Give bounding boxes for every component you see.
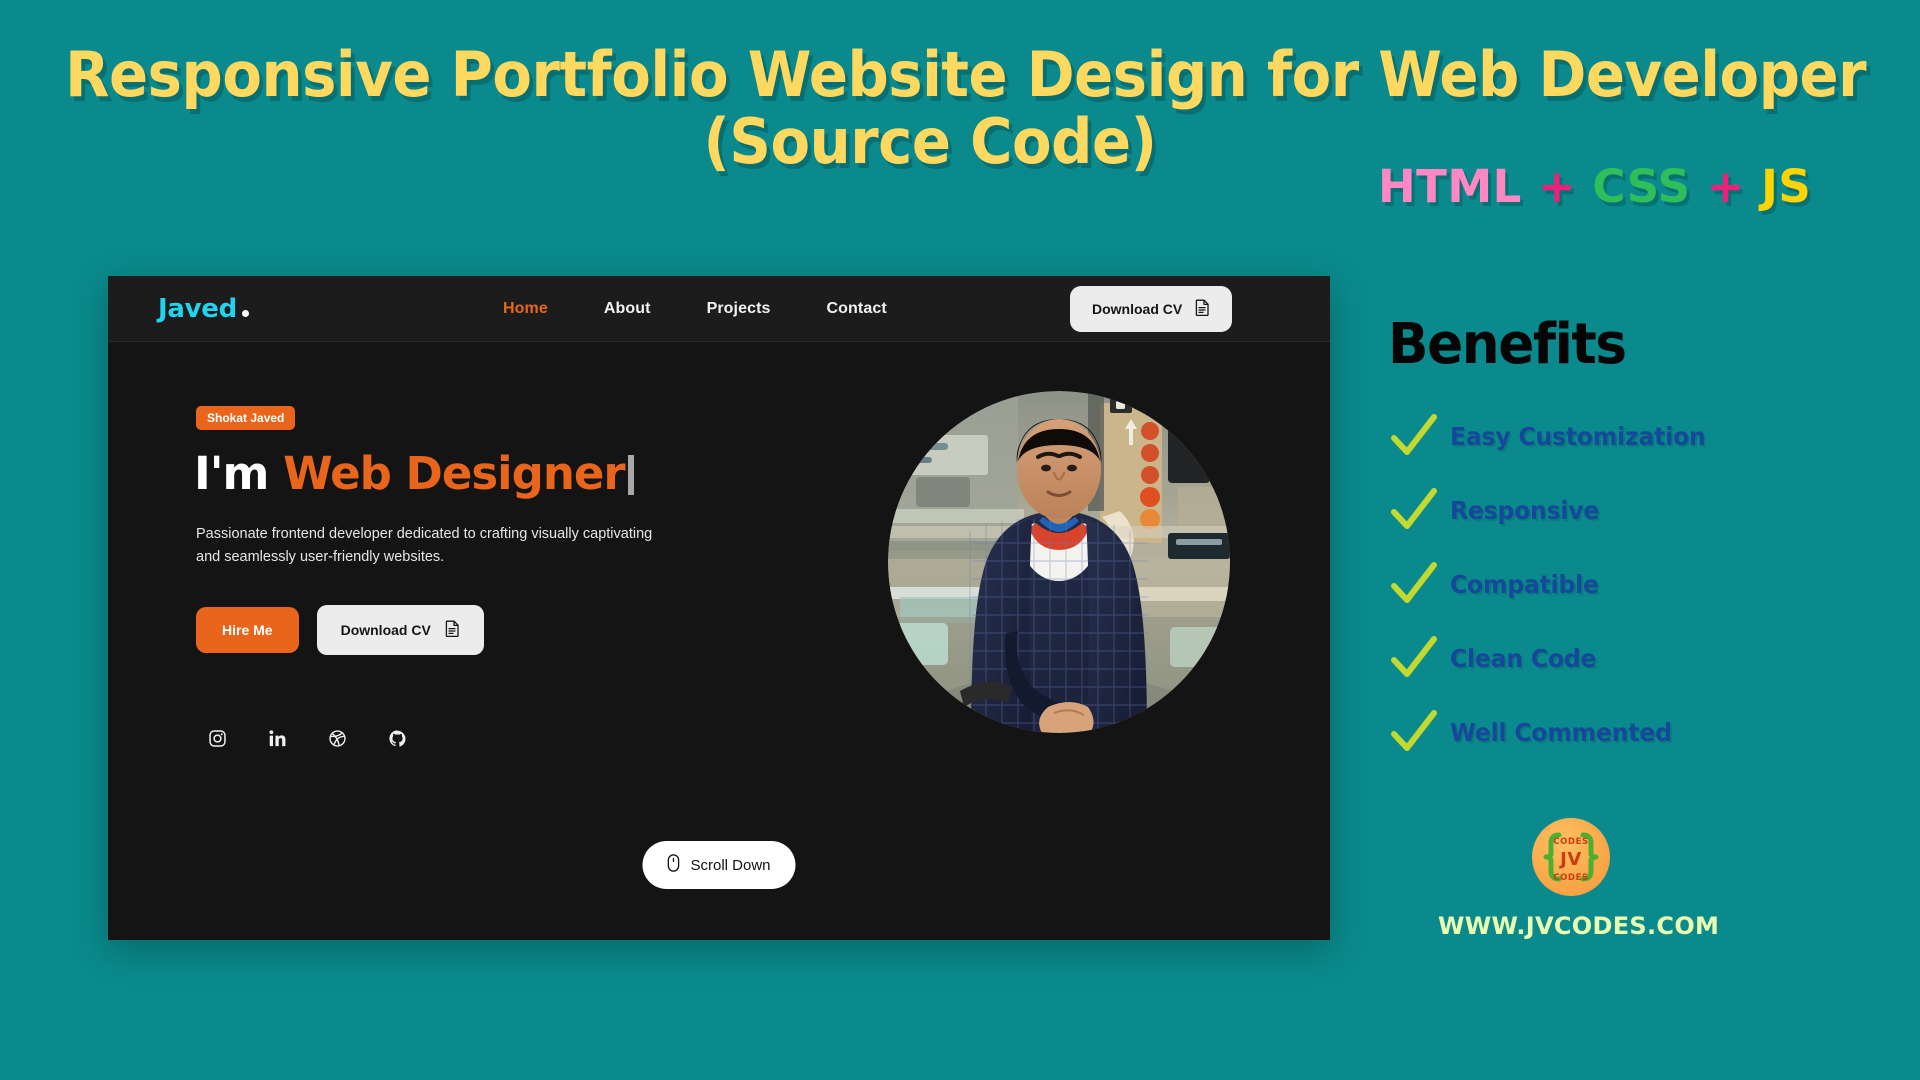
hero-description: Passionate frontend developer dedicated … (196, 526, 653, 566)
typing-caret-icon (627, 455, 634, 495)
svg-text:CODES: CODES (1553, 837, 1588, 847)
hero-section: Shokat Javed I'm Web Designer Passionate… (108, 342, 1330, 940)
check-icon (1378, 412, 1450, 460)
benefits-title: Benefits (1388, 312, 1627, 377)
jvcodes-logo: CODES JV CODES (1532, 818, 1610, 896)
github-icon[interactable] (386, 727, 408, 749)
linkedin-icon[interactable] (266, 727, 288, 749)
poster-headline: Responsive Portfolio Website Design for … (0, 41, 1866, 176)
nav-links: Home About Projects Contact (503, 300, 887, 318)
mouse-icon (667, 854, 680, 876)
nav-link-about[interactable]: About (604, 300, 651, 318)
check-icon (1378, 634, 1450, 682)
document-icon (445, 620, 460, 640)
hire-me-button[interactable]: Hire Me (196, 607, 299, 653)
hero-download-cv-label: Download CV (340, 622, 431, 638)
hero-download-cv-button[interactable]: Download CV (316, 605, 484, 655)
profile-photo (888, 391, 1230, 733)
site-logo-text: Javed (158, 293, 237, 324)
scroll-down-label: Scroll Down (690, 856, 771, 874)
hero-title-prefix: I'm (194, 447, 269, 500)
benefit-label: Responsive (1450, 495, 1600, 525)
dribbble-icon[interactable] (326, 727, 348, 749)
hero-action-buttons: Hire Me Download CV (196, 605, 484, 655)
benefit-item: Clean Code (1378, 632, 1722, 684)
tech-stack-badge: HTML + CSS + JS (1378, 160, 1811, 213)
social-links (206, 727, 408, 749)
brand-website-url: WWW.JVCODES.COM (1438, 912, 1720, 940)
document-icon (1195, 299, 1210, 319)
logo-dot-icon (241, 309, 249, 317)
site-navbar: Javed Home About Projects Contact Downlo… (108, 276, 1330, 342)
check-icon (1378, 486, 1450, 534)
website-mockup: Javed Home About Projects Contact Downlo… (108, 276, 1330, 940)
scroll-down-button[interactable]: Scroll Down (642, 841, 796, 889)
nav-link-projects[interactable]: Projects (707, 300, 771, 318)
instagram-icon[interactable] (206, 727, 228, 749)
site-logo[interactable]: Javed (158, 294, 249, 324)
check-icon (1378, 560, 1450, 608)
stack-js-label: JS (1761, 160, 1812, 213)
benefit-label: Easy Customization (1450, 421, 1706, 451)
hero-title: I'm Web Designer (194, 447, 634, 500)
stack-html-label: HTML (1378, 160, 1522, 213)
benefit-item: Responsive (1378, 484, 1722, 536)
hero-name-badge: Shokat Javed (196, 406, 296, 430)
benefit-label: Well Commented (1450, 717, 1672, 747)
benefit-label: Compatible (1450, 569, 1599, 599)
stack-css-label: CSS (1592, 160, 1691, 213)
benefit-item: Well Commented (1378, 706, 1722, 758)
svg-text:CODES: CODES (1553, 873, 1588, 883)
svg-text:JV: JV (1558, 849, 1582, 870)
nav-link-contact[interactable]: Contact (827, 300, 887, 318)
benefit-item: Compatible (1378, 558, 1722, 610)
navbar-download-cv-label: Download CV (1092, 300, 1183, 317)
check-icon (1378, 708, 1450, 756)
hero-title-role: Web Designer (283, 447, 625, 500)
headline-line-1: Responsive Portfolio Website Design for … (65, 38, 1867, 111)
poster-canvas: Responsive Portfolio Website Design for … (0, 0, 1920, 1080)
stack-plus-2: + (1706, 160, 1745, 213)
benefit-label: Clean Code (1450, 643, 1597, 673)
stack-plus-1: + (1537, 160, 1577, 213)
navbar-download-cv-button[interactable]: Download CV (1070, 285, 1233, 332)
benefit-item: Easy Customization (1378, 410, 1722, 462)
nav-link-home[interactable]: Home (503, 300, 548, 318)
benefits-list: Easy Customization Responsive Compatible… (1378, 410, 1722, 758)
